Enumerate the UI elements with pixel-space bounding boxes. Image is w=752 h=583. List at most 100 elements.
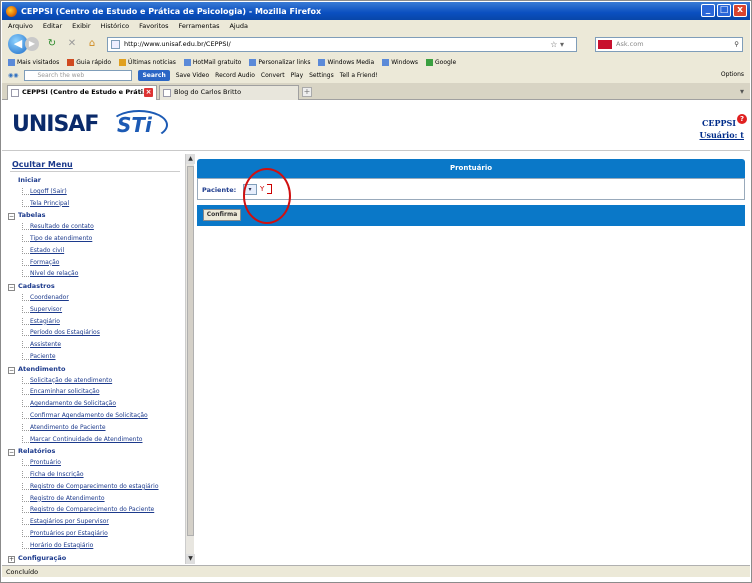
new-tab-icon[interactable]: + [302, 87, 312, 97]
bookmark-item[interactable]: Últimas notícias [119, 58, 176, 66]
menu-link[interactable]: Nível de relação [8, 270, 182, 282]
bookmark-item[interactable]: HotMail gratuito [183, 58, 241, 66]
firefox-icon [6, 5, 17, 17]
scroll-thumb[interactable] [187, 166, 194, 536]
menu-link[interactable]: Coordenador [8, 293, 182, 306]
menu-group[interactable]: + Configuração [8, 554, 182, 565]
menu-link[interactable]: Registro de Atendimento [8, 494, 182, 507]
scroll-down-icon[interactable]: ▼ [186, 554, 195, 564]
menu-link[interactable]: Agendamento de Solicitação [8, 400, 182, 412]
toolbar-item-tell-a-friend[interactable]: Tell a Friend! [340, 72, 378, 79]
collapse-icon[interactable]: − [8, 449, 15, 457]
tab-ceppsi[interactable]: CEPPSI (Centro de Estudo e Práti... × [7, 85, 157, 100]
toolbar-item-save-video[interactable]: Save Video [176, 72, 209, 79]
collapse-icon[interactable]: − [8, 366, 15, 374]
close-button[interactable]: x [733, 4, 747, 17]
tab-list-icon[interactable]: ▾ [740, 87, 744, 96]
menu-arquivo[interactable]: Arquivo [8, 22, 33, 30]
toolbar-item-record-audio[interactable]: Record Audio [215, 72, 255, 79]
menu-link[interactable]: Paciente [8, 352, 182, 365]
menu-link[interactable]: Registro de Comparecimento do estagiário [8, 482, 182, 495]
page-icon [111, 39, 120, 49]
menu-group[interactable]: − Atendimento [8, 365, 182, 377]
toolbar-search-input[interactable]: Search the web [24, 70, 133, 81]
bookmark-item[interactable]: Windows [382, 58, 418, 66]
menu-link[interactable]: Formação [8, 258, 182, 271]
menu-link[interactable]: Registro de Comparecimento do Paciente [8, 506, 182, 518]
menu-bar: Arquivo Editar Exibir Histórico Favorito… [2, 20, 750, 32]
unisaf-logo: UNISAF [12, 112, 99, 137]
menu-historico[interactable]: Histórico [101, 22, 130, 30]
menu-link[interactable]: Tela Principal [8, 199, 182, 212]
confirm-button[interactable]: Confirma [203, 209, 241, 221]
menu-link[interactable]: Ficha de Inscrição [8, 470, 182, 483]
menu-link[interactable]: Marcar Continuidade de Atendimento [8, 435, 182, 448]
hide-menu-link[interactable]: Ocultar Menu [12, 160, 73, 169]
highlight-circle [243, 168, 291, 224]
tab-bar: CEPPSI (Centro de Estudo e Práti... × Bl… [2, 83, 750, 100]
tab-label: Blog do Carlos Britto [174, 88, 242, 96]
tab-label: CEPPSI (Centro de Estudo e Práti... [22, 88, 151, 96]
search-engine-logo-icon[interactable] [598, 39, 612, 49]
menu-link[interactable]: Logoff (Sair) [8, 187, 182, 200]
menu-link[interactable]: Resultado de contato [8, 223, 182, 235]
menu-ajuda[interactable]: Ajuda [229, 22, 247, 30]
menu-link[interactable]: Estagiários por Supervisor [8, 518, 182, 530]
window-controls: _ □ x [701, 4, 747, 17]
help-icon[interactable]: ? [737, 114, 747, 124]
toolbar-options[interactable]: Options [721, 71, 744, 78]
stop-icon[interactable]: ✕ [65, 37, 79, 51]
toolbar-item-settings[interactable]: Settings [309, 72, 334, 79]
scroll-up-icon[interactable]: ▲ [186, 154, 195, 164]
menu-link[interactable]: Atendimento de Paciente [8, 423, 182, 436]
bookmark-item[interactable]: Windows Media [318, 58, 374, 66]
menu-group[interactable]: − Tabelas [8, 211, 182, 223]
menu-link[interactable]: Estado civil [8, 246, 182, 259]
menu-favoritos[interactable]: Favoritos [139, 22, 168, 30]
address-bar[interactable]: http://www.unisaf.edu.br/CEPPSI/ ☆ ▾ [107, 36, 577, 52]
bookmark-star-icon[interactable]: ☆ ▾ [550, 38, 564, 51]
menu-exibir[interactable]: Exibir [72, 22, 90, 30]
menu-link[interactable]: Assistente [8, 341, 182, 353]
menu-group-label: Configuração [18, 553, 67, 562]
minimize-button[interactable]: _ [701, 4, 715, 17]
menu-link[interactable]: Encaminhar solicitação [8, 388, 182, 400]
menu-link[interactable]: Confirmar Agendamento de Solicitação [8, 411, 182, 424]
home-icon[interactable]: ⌂ [85, 37, 99, 51]
menu-link[interactable]: Estagiário [8, 317, 182, 330]
tab-blog[interactable]: Blog do Carlos Britto [159, 85, 299, 100]
menu-group-label: Cadastros [18, 282, 55, 291]
bookmark-item[interactable]: Personalizar links [249, 58, 310, 66]
bookmark-icon [426, 58, 433, 66]
close-tab-icon[interactable]: × [144, 88, 153, 97]
collapse-icon[interactable]: − [8, 284, 15, 292]
magnifier-icon[interactable]: ⚲ [734, 38, 739, 51]
menu-link[interactable]: Supervisor [8, 305, 182, 318]
bookmark-item[interactable]: Mais visitados [8, 58, 59, 66]
toolbar-item-convert[interactable]: Convert [261, 72, 285, 79]
menu-link[interactable]: Tipo de atendimento [8, 234, 182, 247]
reload-icon[interactable]: ↻ [45, 37, 59, 51]
menu-link[interactable]: Prontuários por Estagiário [8, 529, 182, 542]
sidebar-scrollbar[interactable]: ▲ ▼ [185, 154, 195, 564]
bookmark-item[interactable]: Google [426, 58, 456, 66]
menu-editar[interactable]: Editar [43, 22, 62, 30]
menu-group[interactable]: −Iniciar [8, 176, 182, 188]
expand-icon[interactable]: + [8, 555, 15, 563]
collapse-icon[interactable]: − [8, 213, 15, 221]
menu-link[interactable]: Período dos Estagiários [8, 329, 182, 341]
maximize-button[interactable]: □ [717, 4, 731, 17]
menu-link[interactable]: Solicitação de atendimento [8, 376, 182, 389]
menu-link[interactable]: Horário do Estagiário [8, 541, 182, 554]
system-name: CEPPSI [701, 118, 736, 128]
menu-link[interactable]: Prontuário [8, 459, 182, 471]
forward-arrow-icon[interactable]: ▶ [25, 37, 39, 51]
user-label[interactable]: Usuário: t [699, 130, 744, 140]
toolbar-item-play[interactable]: Play [291, 72, 304, 79]
menu-ferramentas[interactable]: Ferramentas [179, 22, 220, 30]
menu-group[interactable]: − Cadastros [8, 282, 182, 294]
toolbar-search-button[interactable]: Search [138, 70, 170, 81]
bookmark-item[interactable]: Guia rápido [67, 58, 111, 66]
menu-group[interactable]: − Relatórios [8, 447, 182, 459]
search-box[interactable]: Ask.com ⚲ [595, 36, 743, 52]
